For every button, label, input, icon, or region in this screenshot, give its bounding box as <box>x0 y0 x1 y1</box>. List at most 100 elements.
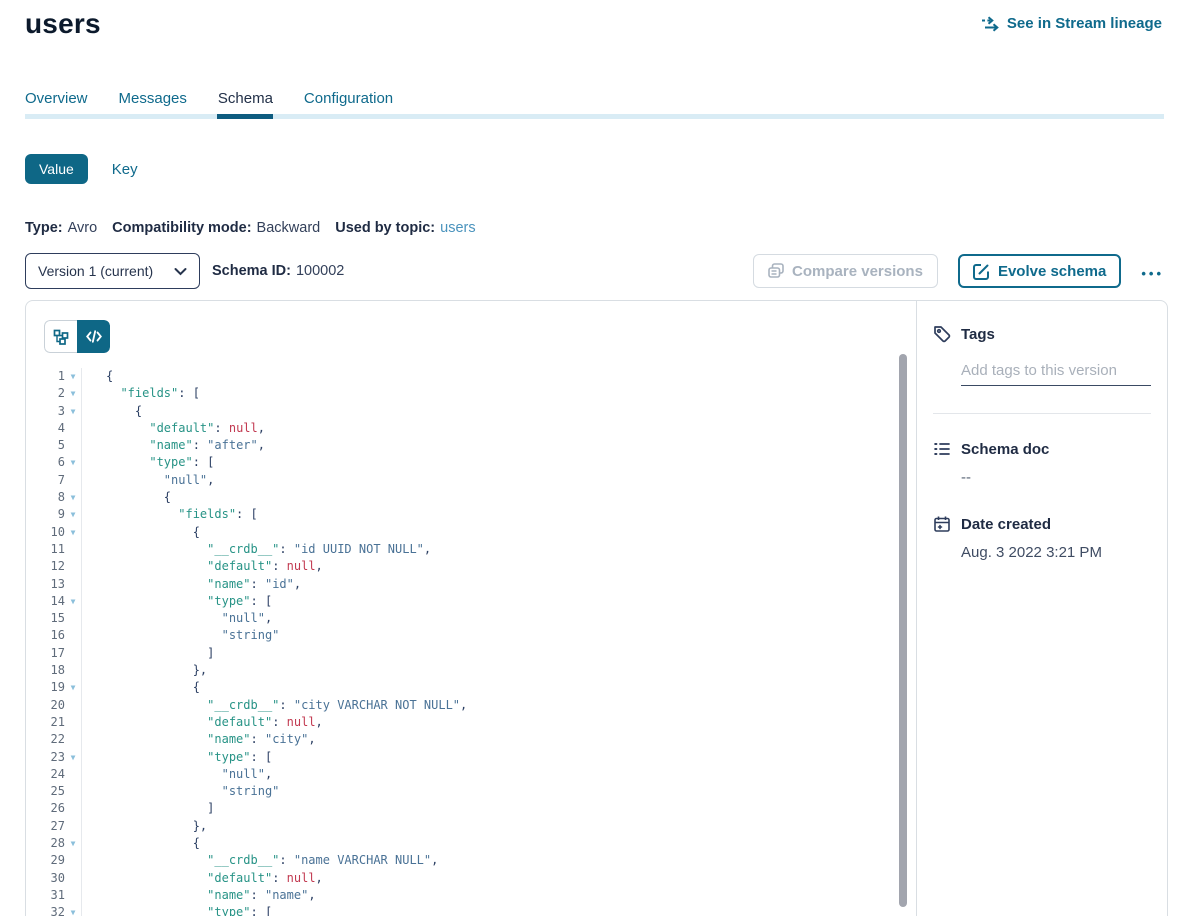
see-in-stream-lineage-link[interactable]: See in Stream lineage <box>981 15 1162 32</box>
fold-arrow-icon[interactable]: ▼ <box>65 454 81 471</box>
value-button[interactable]: Value <box>25 154 88 184</box>
version-bar: Version 1 (current) Schema ID: 100002 Co… <box>25 253 1164 289</box>
active-tab-indicator <box>217 114 273 119</box>
fold-spacer <box>65 662 81 679</box>
stream-lineage-label: See in Stream lineage <box>1007 15 1162 32</box>
code-scrollbar[interactable] <box>899 354 907 907</box>
date-created-title: Date created <box>961 516 1051 533</box>
schema-sidebar: Tags Schema doc -- <box>916 301 1167 916</box>
code-line: 17 ] <box>26 645 916 662</box>
tags-section: Tags <box>933 325 1151 414</box>
code-line: 32▼ "type": [ <box>26 904 916 916</box>
code-line: 19▼ { <box>26 679 916 696</box>
code-line: 20 "__crdb__": "city VARCHAR NOT NULL", <box>26 697 916 714</box>
tree-view-button[interactable] <box>44 320 77 353</box>
fold-arrow-icon[interactable]: ▼ <box>65 489 81 506</box>
type-value: Avro <box>68 220 98 236</box>
add-tags-input[interactable] <box>961 360 1151 386</box>
fold-spacer <box>65 437 81 454</box>
code-line: 18 }, <box>26 662 916 679</box>
fold-arrow-icon[interactable]: ▼ <box>65 506 81 523</box>
schema-doc-section: Schema doc -- <box>933 440 1151 486</box>
fold-spacer <box>65 558 81 575</box>
code-line: 29 "__crdb__": "name VARCHAR NULL", <box>26 852 916 869</box>
code-line: 16 "string" <box>26 627 916 644</box>
fold-spacer <box>65 766 81 783</box>
code-line: 26 ] <box>26 800 916 817</box>
tab-schema[interactable]: Schema <box>218 90 273 125</box>
fold-spacer <box>65 800 81 817</box>
fold-spacer <box>65 697 81 714</box>
fold-arrow-icon[interactable]: ▼ <box>65 385 81 402</box>
code-line: 30 "default": null, <box>26 870 916 887</box>
calendar-icon <box>933 515 951 533</box>
fold-spacer <box>65 714 81 731</box>
fold-arrow-icon[interactable]: ▼ <box>65 835 81 852</box>
code-pane: 1▼{2▼ "fields": [3▼ {4 "default": null,5… <box>26 301 916 916</box>
code-line: 12 "default": null, <box>26 558 916 575</box>
code-line: 1▼{ <box>26 368 916 385</box>
date-created-value: Aug. 3 2022 3:21 PM <box>961 544 1151 561</box>
code-line: 24 "null", <box>26 766 916 783</box>
code-line: 15 "null", <box>26 610 916 627</box>
tab-messages[interactable]: Messages <box>119 90 187 125</box>
code-line: 22 "name": "city", <box>26 731 916 748</box>
fold-spacer <box>65 818 81 835</box>
fold-arrow-icon[interactable]: ▼ <box>65 749 81 766</box>
fold-arrow-icon[interactable]: ▼ <box>65 403 81 420</box>
edit-icon <box>973 263 990 280</box>
version-select[interactable]: Version 1 (current) <box>25 253 200 289</box>
evolve-schema-button[interactable]: Evolve schema <box>958 254 1121 288</box>
code-line: 5 "name": "after", <box>26 437 916 454</box>
fold-arrow-icon[interactable]: ▼ <box>65 524 81 541</box>
schema-doc-value: -- <box>961 469 1151 486</box>
code-line: 21 "default": null, <box>26 714 916 731</box>
code-line: 4 "default": null, <box>26 420 916 437</box>
fold-spacer <box>65 576 81 593</box>
chevron-down-icon <box>174 267 187 276</box>
fold-spacer <box>65 541 81 558</box>
code-view-button[interactable] <box>77 320 110 353</box>
schema-id-value: 100002 <box>296 263 344 279</box>
value-key-toggle: Value Key <box>25 154 138 184</box>
code-line: 27 }, <box>26 818 916 835</box>
code-line: 6▼ "type": [ <box>26 454 916 471</box>
tab-configuration[interactable]: Configuration <box>304 90 393 125</box>
fold-spacer <box>65 627 81 644</box>
fold-arrow-icon[interactable]: ▼ <box>65 593 81 610</box>
schema-panel: 1▼{2▼ "fields": [3▼ {4 "default": null,5… <box>25 300 1168 916</box>
code-line: 25 "string" <box>26 783 916 800</box>
fold-spacer <box>65 731 81 748</box>
compare-versions-label: Compare versions <box>792 263 923 280</box>
topic-link[interactable]: users <box>440 220 475 236</box>
schema-meta-row: Type: Avro Compatibility mode: Backward … <box>25 220 476 236</box>
fold-spacer <box>65 870 81 887</box>
fold-arrow-icon[interactable]: ▼ <box>65 679 81 696</box>
fold-spacer <box>65 472 81 489</box>
code-line: 7 "null", <box>26 472 916 489</box>
more-options-button[interactable]: ••• <box>1141 262 1164 281</box>
code-lines: 1▼{2▼ "fields": [3▼ {4 "default": null,5… <box>26 368 916 916</box>
compare-versions-button[interactable]: Compare versions <box>753 254 938 288</box>
fold-arrow-icon[interactable]: ▼ <box>65 904 81 916</box>
code-line: 11 "__crdb__": "id UUID NOT NULL", <box>26 541 916 558</box>
fold-spacer <box>65 852 81 869</box>
code-line: 13 "name": "id", <box>26 576 916 593</box>
tab-bar: Overview Messages Schema Configuration <box>25 90 393 125</box>
key-button[interactable]: Key <box>112 161 138 178</box>
code-line: 2▼ "fields": [ <box>26 385 916 402</box>
sidebar-divider <box>933 413 1151 414</box>
compatibility-mode-value: Backward <box>257 220 321 236</box>
evolve-schema-label: Evolve schema <box>998 263 1106 280</box>
code-line: 9▼ "fields": [ <box>26 506 916 523</box>
list-icon <box>933 440 951 458</box>
tab-overview[interactable]: Overview <box>25 90 88 125</box>
code-line: 31 "name": "name", <box>26 887 916 904</box>
code-line: 14▼ "type": [ <box>26 593 916 610</box>
page-title: users <box>25 8 101 40</box>
tree-icon <box>53 329 69 345</box>
fold-arrow-icon[interactable]: ▼ <box>65 368 81 385</box>
code-line: 10▼ { <box>26 524 916 541</box>
compare-icon <box>768 263 784 279</box>
tags-title: Tags <box>961 326 995 343</box>
